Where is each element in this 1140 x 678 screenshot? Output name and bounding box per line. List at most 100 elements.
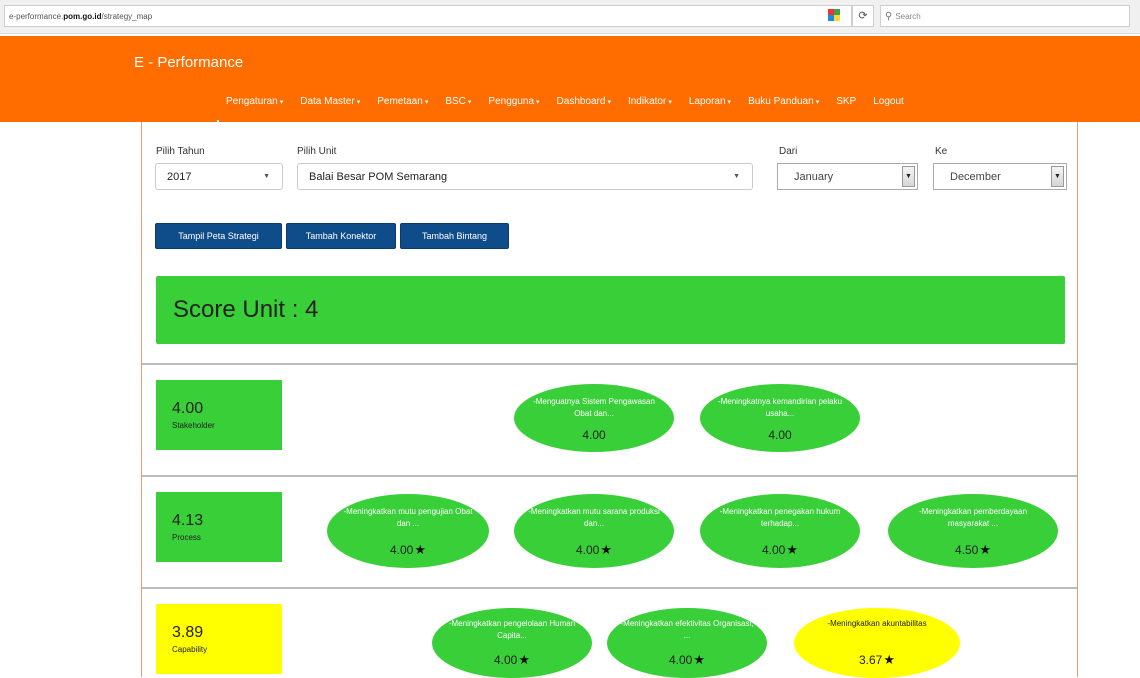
star-icon: ★	[693, 652, 705, 667]
unit-label: Pilih Unit	[297, 146, 337, 157]
objective-text: -Meningkatkan efektivitas Organisasi, ..…	[620, 619, 754, 640]
tahun-label: Pilih Tahun	[156, 146, 205, 157]
reload-icon[interactable]: ⟳	[852, 5, 874, 27]
objective-text: -Meningkatkan mutu pengujian Obat dan ..…	[343, 507, 473, 528]
caret-down-icon: ▾	[279, 99, 284, 106]
tahun-select[interactable]: 2017 ▼	[155, 163, 283, 190]
objective-value-row: 4.00★	[607, 652, 767, 668]
main-menu: Pengaturan ▾ Data Master ▾ Pemetaan ▾ BSC ▾ Peng…	[226, 96, 921, 116]
caret-down-icon: ▾	[356, 99, 361, 106]
star-icon: ★	[883, 652, 895, 667]
strategic-objective[interactable]: -Meningkatkan mutu sarana produksi dan..…	[514, 494, 674, 568]
perspective-label: Capability	[172, 645, 208, 654]
objective-value-row: 4.00★	[514, 542, 674, 558]
browser-toolbar: e-performance.pom.go.id/strategy_map ⟳ ⚲…	[0, 0, 1140, 34]
nav-menu-label: Dashboard	[556, 96, 606, 107]
strategic-objective[interactable]: -Meningkatkan pemberdayaan masyarakat ..…	[888, 494, 1058, 568]
nav-menu-item[interactable]: Pemetaan ▾	[377, 96, 428, 116]
score-unit-banner: Score Unit : 4	[156, 276, 1065, 344]
nav-menu-label: Buku Panduan	[748, 96, 814, 107]
star-icon: ★	[600, 542, 612, 557]
objective-text: -Meningkatkan penegakan hukum terhadap..…	[719, 507, 841, 528]
strategic-objective[interactable]: -Meningkatkan akuntabilitas 3.67★	[794, 608, 960, 678]
caret-down-icon: ▾	[536, 99, 540, 106]
brand-title[interactable]: E - Performance	[134, 54, 243, 71]
unit-select[interactable]: Balai Besar POM Semarang ▼	[297, 163, 753, 190]
url-path: /strategy_map	[101, 12, 153, 21]
nav-menu-item[interactable]: Logout▾	[873, 96, 904, 116]
perspective-score: 3.89	[172, 624, 204, 641]
nav-menu-label: Logout	[873, 96, 904, 107]
address-bar[interactable]: e-performance.pom.go.id/strategy_map	[4, 5, 852, 27]
nav-menu-item[interactable]: Pengaturan ▾	[226, 96, 283, 116]
star-icon: ★	[786, 542, 798, 557]
objective-value: 4.00	[493, 653, 518, 667]
perspective-score-box[interactable]: 3.89 Capability	[156, 604, 282, 674]
objective-value: 4.00	[668, 653, 693, 667]
perspective-score: 4.13	[172, 512, 204, 529]
tambah-bintang-button[interactable]: Tambah Bintang	[400, 223, 509, 249]
strategic-objective[interactable]: -Meningkatkan pengelolaan Human Capita..…	[432, 608, 592, 678]
objective-value: 4.00	[768, 428, 792, 442]
nav-menu-item[interactable]: Pengguna ▾	[488, 96, 539, 116]
strategic-objective[interactable]: -Meningkatkan efektivitas Organisasi, ..…	[607, 608, 767, 678]
nav-menu-item[interactable]: Buku Panduan ▾	[748, 96, 819, 116]
objective-value-row: 4.00	[514, 428, 674, 442]
nav-menu-item[interactable]: Indikator ▾	[628, 96, 672, 116]
strategic-objective[interactable]: -Meningkatnya kemandirian pelaku usaha..…	[700, 384, 860, 452]
nav-menu-item[interactable]: BSC ▾	[445, 96, 471, 116]
url-domain: pom.go.id	[63, 12, 102, 21]
perspective-label: Process	[172, 533, 201, 542]
ke-value: December	[950, 171, 1001, 183]
dari-label: Dari	[779, 146, 798, 157]
objective-text: -Meningkatkan pengelolaan Human Capita..…	[448, 619, 576, 640]
caret-down-icon: ▾	[727, 99, 732, 106]
perspective-score-box[interactable]: 4.13 Process	[156, 492, 282, 562]
star-icon: ★	[414, 542, 426, 557]
strategic-objective[interactable]: -Meningkatkan mutu pengujian Obat dan ..…	[327, 494, 489, 568]
section-divider	[142, 475, 1077, 477]
nav-menu-label: Pengguna	[488, 96, 535, 107]
star-icon: ★	[979, 542, 991, 557]
chevron-down-icon: ▼	[733, 173, 740, 180]
tampil-peta-strategi-button[interactable]: Tampil Peta Strategi	[155, 223, 282, 249]
dropdown-arrow-icon: ▼	[902, 166, 915, 187]
browser-search-input[interactable]: ⚲ Search	[880, 5, 1130, 27]
search-icon: ⚲	[885, 11, 893, 22]
nav-menu-item[interactable]: Dashboard ▾	[557, 96, 611, 116]
nav-menu-label: Pengaturan	[226, 96, 278, 107]
tambah-konektor-button[interactable]: Tambah Konektor	[286, 223, 396, 249]
caret-down-icon: ▾	[467, 99, 472, 106]
nav-menu-item[interactable]: Data Master ▾	[300, 96, 360, 116]
site-identity-icon[interactable]	[828, 9, 840, 21]
nav-menu-label: Pemetaan	[377, 96, 423, 107]
chevron-down-icon: ▼	[263, 173, 270, 180]
objective-value-row: 4.00	[700, 428, 860, 442]
dari-select[interactable]: January ▼	[777, 163, 918, 190]
nav-menu-label: Data Master	[300, 96, 355, 107]
objective-value: 4.00	[582, 428, 606, 442]
objective-value-row: 4.50★	[888, 542, 1058, 558]
strategic-objective[interactable]: -Meningkatkan penegakan hukum terhadap..…	[700, 494, 860, 568]
tahun-value: 2017	[167, 171, 192, 183]
ke-select[interactable]: December ▼	[933, 163, 1067, 190]
nav-menu-label: BSC	[445, 96, 466, 107]
strategic-objective[interactable]: -Menguatnya Sistem Pengawasan Obat dan..…	[514, 384, 674, 452]
section-divider	[142, 587, 1077, 589]
objective-text: -Menguatnya Sistem Pengawasan Obat dan..…	[533, 397, 655, 418]
objective-value-row: 4.00★	[432, 652, 592, 668]
nav-menu-item[interactable]: Laporan ▾	[689, 96, 731, 116]
objective-value: 3.67	[858, 653, 883, 667]
caret-down-icon: ▾	[607, 99, 611, 106]
caret-down-icon: ▾	[815, 99, 820, 106]
perspective-score-box[interactable]: 4.00 Stakeholder	[156, 380, 282, 450]
url-prefix: e-performance.	[9, 12, 64, 21]
caret-down-icon: ▾	[668, 99, 672, 106]
objective-value-row: 3.67★	[794, 652, 960, 668]
star-icon: ★	[518, 652, 530, 667]
objective-text: -Meningkatkan mutu sarana produksi dan..…	[528, 507, 660, 528]
objective-value: 4.00	[389, 543, 414, 557]
unit-value: Balai Besar POM Semarang	[309, 171, 448, 183]
nav-menu-item[interactable]: SKP▾	[836, 96, 856, 116]
objective-value-row: 4.00★	[700, 542, 860, 558]
